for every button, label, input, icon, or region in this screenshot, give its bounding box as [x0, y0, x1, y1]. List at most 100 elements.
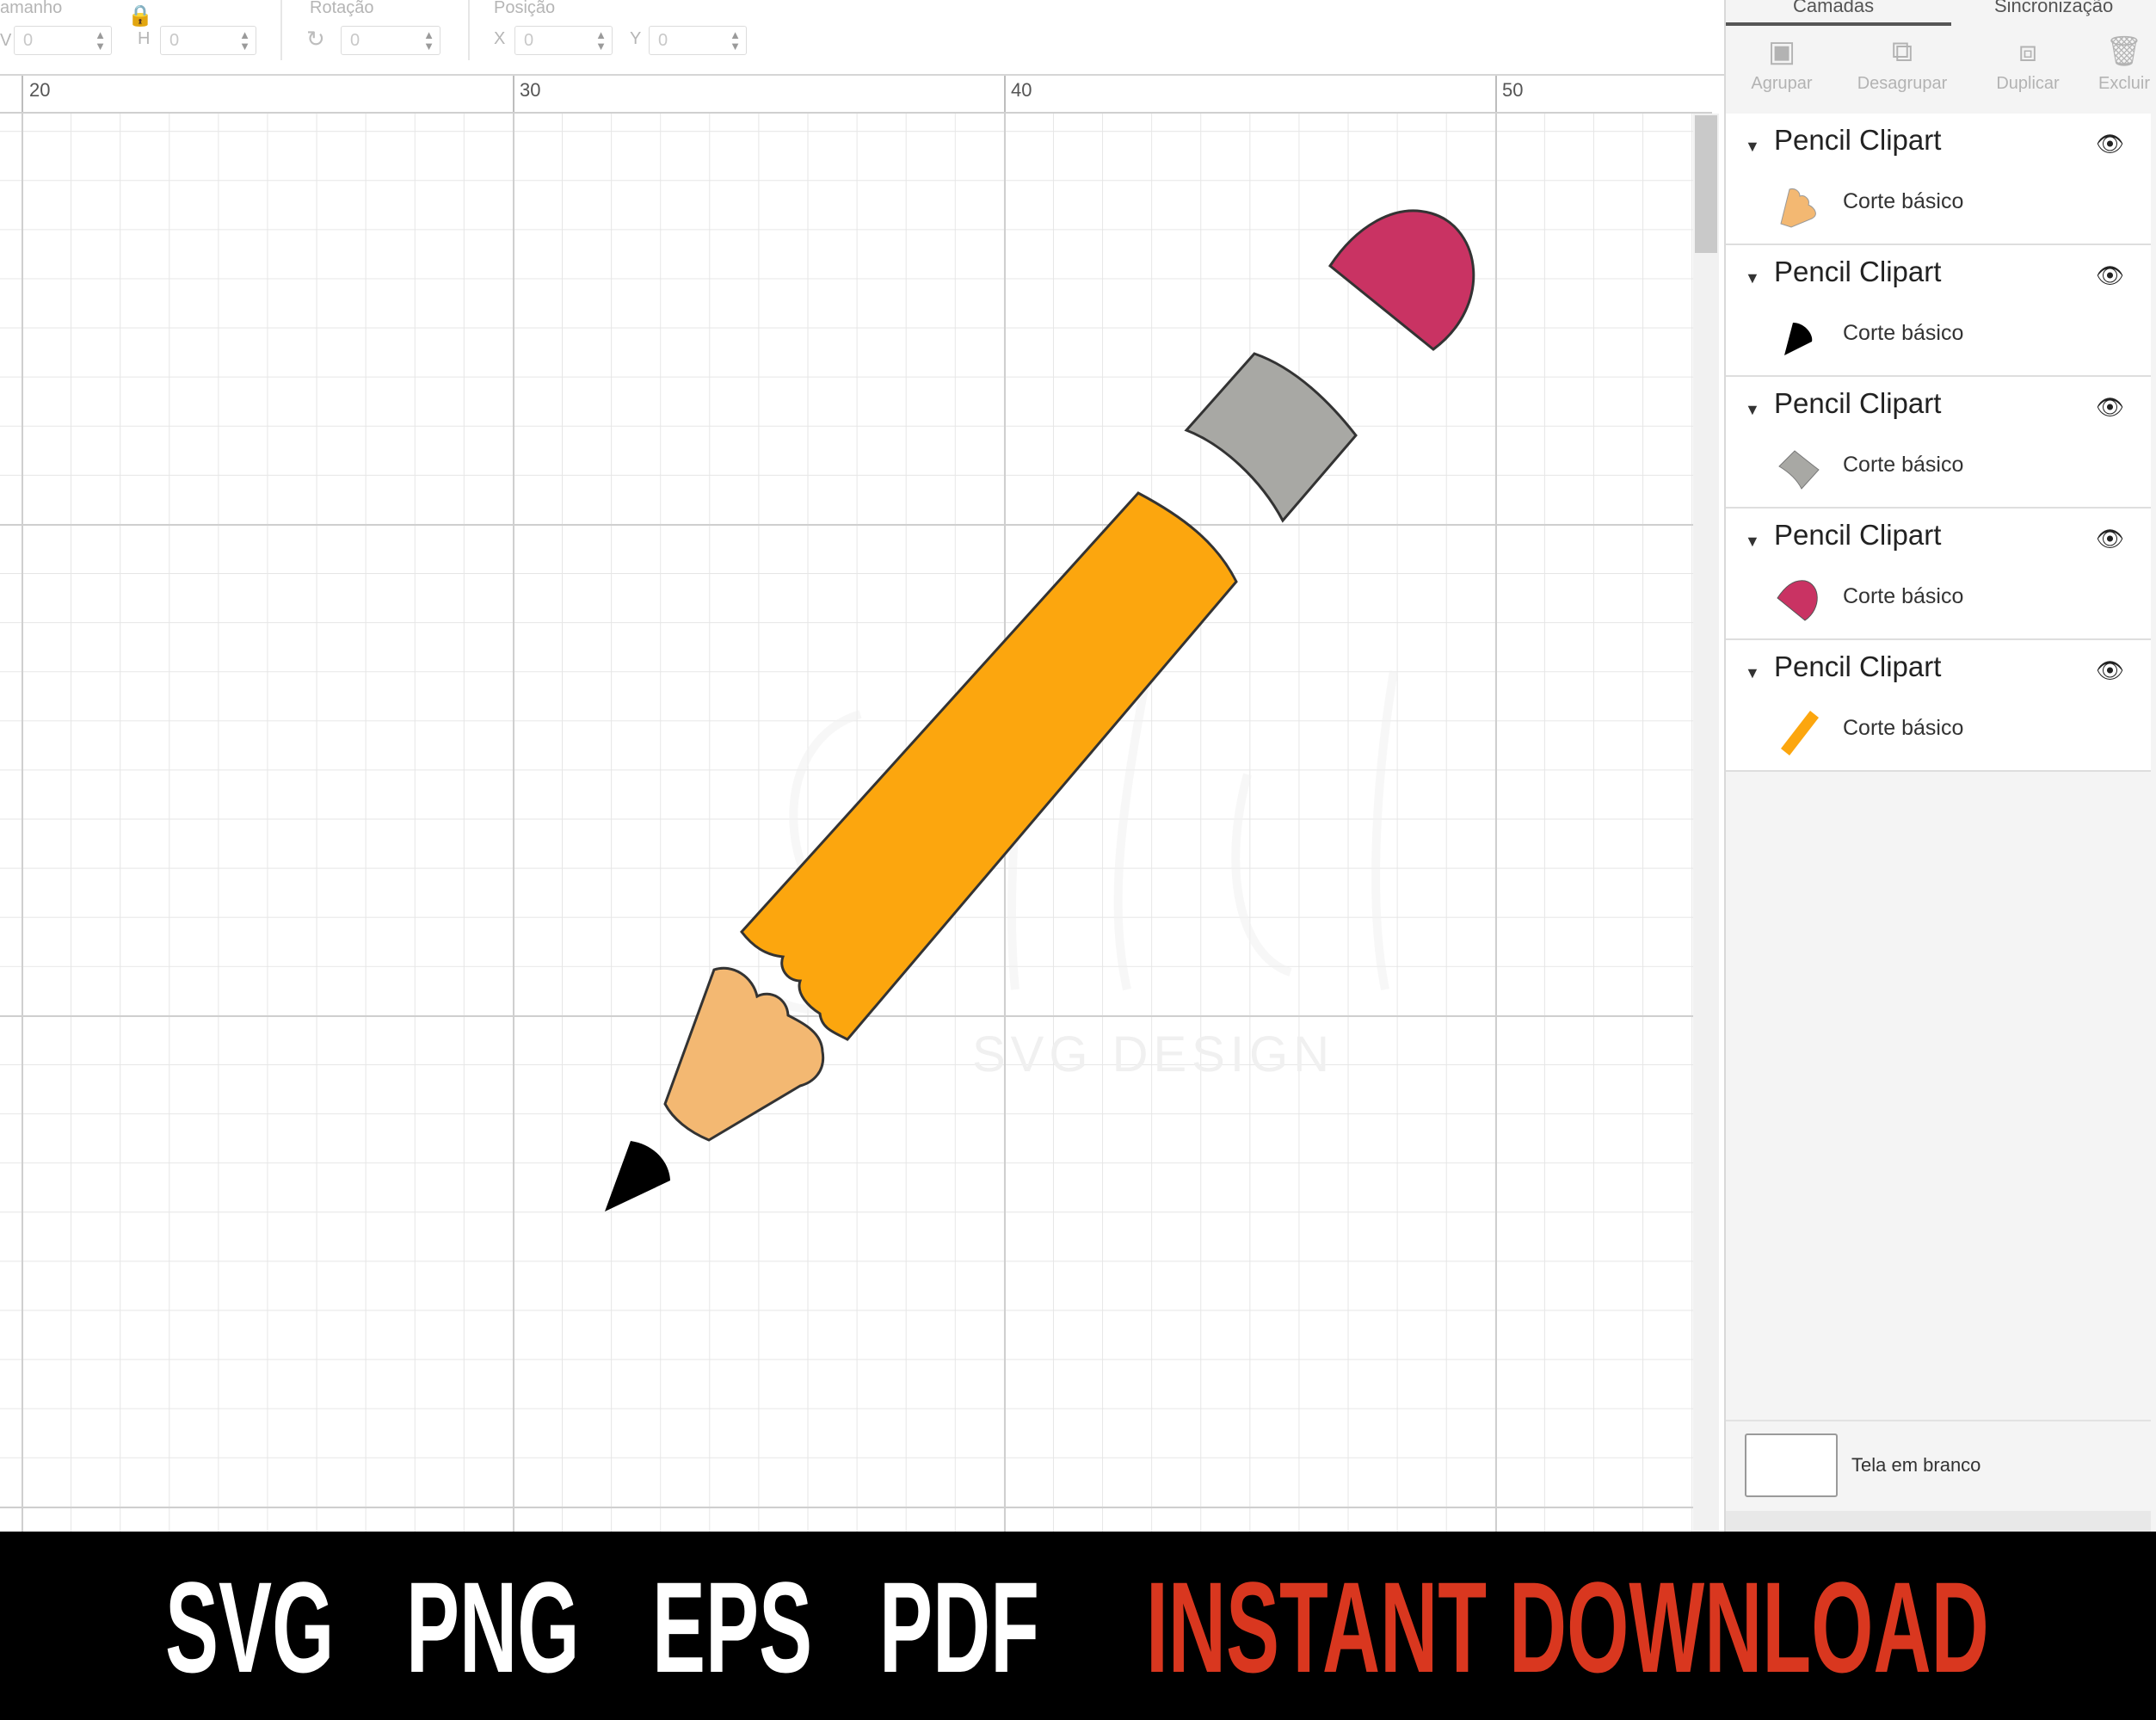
duplicate-button-label: Duplicar	[1996, 74, 2060, 93]
pencil-body[interactable]	[740, 491, 1238, 1041]
horizontal-ruler: 20 30 40 50	[0, 76, 1712, 114]
stepper-arrows-icon[interactable]: ▲ ▼	[239, 29, 250, 52]
group-button-label: Agrupar	[1751, 74, 1813, 93]
ungroup-icon: ⧉	[1891, 35, 1913, 68]
collapse-caret-icon[interactable]: ▼	[1745, 269, 1760, 287]
y-value: 0	[658, 31, 668, 50]
collapse-caret-icon[interactable]: ▼	[1745, 138, 1760, 156]
format-png: PNG	[406, 1555, 580, 1699]
layer-thumbnail-eraser	[1777, 580, 1818, 621]
visibility-eye-icon[interactable]: 👁	[2096, 394, 2124, 421]
layer-operation: Corte básico	[1843, 189, 1964, 213]
y-position-input[interactable]: 0 ▲ ▼	[649, 26, 747, 55]
stepper-arrows-icon[interactable]: ▲ ▼	[95, 29, 106, 52]
scrollbar-thumb[interactable]	[1695, 115, 1717, 253]
lock-icon[interactable]: 🔒	[127, 3, 153, 28]
tab-sync[interactable]: Sincronização	[1994, 0, 2113, 19]
layer-thumbnail-wood-tip	[1780, 188, 1816, 228]
width-axis-label: V	[0, 31, 12, 50]
pencil-wood-tip[interactable]	[663, 966, 825, 1142]
format-svg: SVG	[165, 1555, 335, 1699]
x-axis-label: X	[494, 29, 506, 48]
design-canvas[interactable]: SVG DESIGN	[0, 114, 1712, 1532]
layers-panel: Camadas Sincronização ▣ Agrupar ⧉ Desagr…	[1724, 0, 2156, 1532]
visibility-eye-icon[interactable]: 👁	[2096, 131, 2124, 157]
width-value: 0	[23, 31, 34, 50]
panel-divider	[1726, 1420, 2151, 1421]
delete-button-label: Excluir	[2097, 74, 2150, 93]
layer-thumbnail-body	[1781, 711, 1819, 755]
active-tab-indicator	[1726, 22, 1951, 26]
ruler-label: 20	[29, 79, 51, 101]
group-button[interactable]: ▣ Agrupar	[1734, 34, 1829, 94]
layer-operation: Corte básico	[1843, 453, 1964, 477]
collapse-caret-icon[interactable]: ▼	[1745, 401, 1760, 419]
format-pdf: PDF	[879, 1555, 1039, 1699]
layer-item[interactable]: ▼ Pencil Clipart 👁 Corte básico	[1726, 377, 2151, 509]
trash-icon: 🗑	[2105, 35, 2143, 68]
group-icon: ▣	[1767, 35, 1796, 68]
pencil-artwork[interactable]: SVG DESIGN	[0, 114, 1712, 1532]
height-axis-label: H	[138, 29, 151, 48]
format-eps: EPS	[652, 1555, 813, 1699]
layer-operation: Corte básico	[1843, 584, 1964, 608]
x-position-input[interactable]: 0 ▲ ▼	[514, 26, 613, 55]
layer-thumbnail-ferrule	[1778, 450, 1820, 490]
top-toolbar: amanho V 0 ▲ ▼ 🔒 H 0 ▲ ▼ Rotação ↻ 0 ▲ ▼ Po…	[0, 0, 1724, 76]
delete-button[interactable]: 🗑 Excluir	[2085, 34, 2156, 94]
stepper-arrows-icon[interactable]: ▲ ▼	[423, 29, 434, 52]
instant-download-text: INSTANT DOWNLOAD	[1146, 1555, 1989, 1699]
height-value: 0	[169, 31, 180, 50]
width-input[interactable]: 0 ▲ ▼	[14, 26, 112, 55]
layer-item[interactable]: ▼ Pencil Clipart 👁 Corte básico	[1726, 509, 2151, 640]
layer-operation: Corte básico	[1843, 716, 1964, 740]
layer-item[interactable]: ▼ Pencil Clipart 👁 Corte básico	[1726, 245, 2151, 377]
visibility-eye-icon[interactable]: 👁	[2096, 657, 2124, 684]
rotation-input[interactable]: 0 ▲ ▼	[341, 26, 440, 55]
watermark-text: SVG DESIGN	[972, 1026, 1334, 1082]
blank-canvas-label: Tela em branco	[1851, 1454, 1981, 1476]
toolbar-divider	[468, 0, 470, 60]
ruler-label: 50	[1502, 79, 1524, 101]
ruler-tick	[1495, 76, 1497, 112]
collapse-caret-icon[interactable]: ▼	[1745, 664, 1760, 682]
ruler-label: 40	[1011, 79, 1032, 101]
layer-thumbnail-graphite	[1784, 323, 1813, 355]
duplicate-icon: ⧈	[2018, 35, 2037, 68]
rotation-value: 0	[350, 31, 360, 50]
ruler-tick	[22, 76, 23, 112]
stepper-arrows-icon[interactable]: ▲ ▼	[595, 29, 607, 52]
blank-canvas-swatch[interactable]	[1745, 1433, 1838, 1497]
download-banner: SVG PNG EPS PDF INSTANT DOWNLOAD	[0, 1532, 2156, 1720]
duplicate-button[interactable]: ⧈ Duplicar	[1980, 34, 2075, 94]
layer-name: Pencil Clipart	[1774, 256, 1942, 287]
pencil-graphite[interactable]	[605, 1141, 670, 1211]
ruler-tick	[1004, 76, 1006, 112]
layer-name: Pencil Clipart	[1774, 387, 1942, 419]
pencil-eraser[interactable]	[1327, 209, 1475, 351]
rotation-label: Rotação	[310, 0, 374, 17]
layer-name: Pencil Clipart	[1774, 519, 1942, 551]
ungroup-button-label: Desagrupar	[1857, 74, 1948, 93]
collapse-caret-icon[interactable]: ▼	[1745, 533, 1760, 551]
ungroup-button[interactable]: ⧉ Desagrupar	[1855, 34, 1950, 94]
pencil-ferrule[interactable]	[1184, 352, 1358, 523]
height-input[interactable]: 0 ▲ ▼	[160, 26, 256, 55]
size-label: amanho	[0, 0, 63, 17]
layer-item[interactable]: ▼ Pencil Clipart 👁 Corte básico	[1726, 640, 2151, 772]
panel-footer	[1726, 1511, 2151, 1532]
y-axis-label: Y	[630, 29, 642, 48]
ruler-label: 30	[520, 79, 541, 101]
visibility-eye-icon[interactable]: 👁	[2096, 262, 2124, 289]
layer-item[interactable]: ▼ Pencil Clipart 👁 Corte básico	[1726, 114, 2151, 245]
toolbar-divider	[280, 0, 282, 60]
stepper-arrows-icon[interactable]: ▲ ▼	[730, 29, 741, 52]
ruler-tick	[513, 76, 514, 112]
vertical-scrollbar[interactable]	[1693, 114, 1719, 1532]
layer-name: Pencil Clipart	[1774, 124, 1942, 156]
position-label: Posição	[494, 0, 556, 17]
layer-name: Pencil Clipart	[1774, 650, 1942, 682]
visibility-eye-icon[interactable]: 👁	[2096, 526, 2124, 552]
layers-list: ▼ Pencil Clipart 👁 Corte básico ▼ Pencil…	[1726, 114, 2151, 772]
tab-layers[interactable]: Camadas	[1793, 0, 1874, 19]
